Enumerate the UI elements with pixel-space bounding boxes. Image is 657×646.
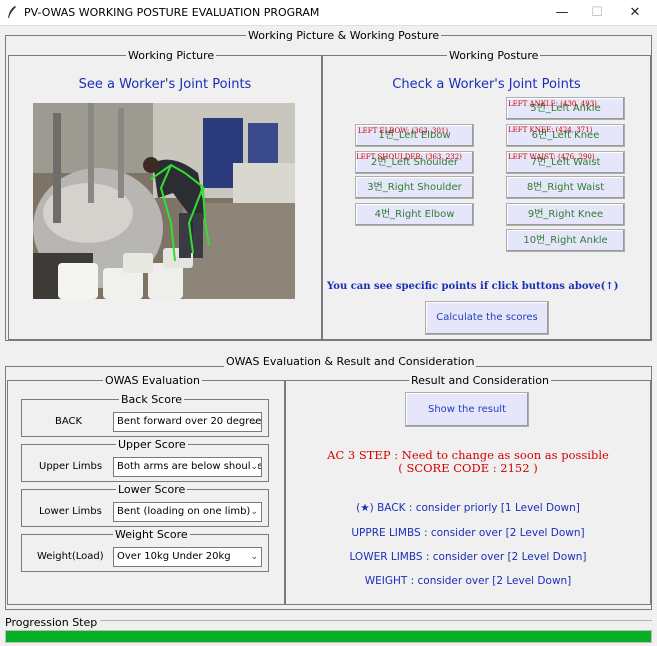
right-ankle-button[interactable]: 10번_Right Ankle [506, 229, 625, 252]
window-title: PV-OWAS WORKING POSTURE EVALUATION PROGR… [24, 6, 320, 19]
right-knee-button[interactable]: 9번_Right Knee [506, 203, 625, 226]
working-picture-title: Working Picture [126, 49, 217, 62]
worker-photo [33, 103, 295, 299]
result-title: Result and Consideration [409, 374, 551, 387]
chevron-down-icon: ⌄ [250, 417, 258, 427]
progress-bar-fill [6, 631, 651, 642]
right-shoulder-button[interactable]: 3번_Right Shoulder [355, 176, 474, 199]
back-score-title: Back Score [119, 393, 185, 406]
score-code-text: ( SCORE CODE : 2152 ) [398, 461, 538, 475]
chevron-down-icon: ⌄ [250, 552, 258, 562]
upper-limbs-select[interactable]: Both arms are below shoulder ⌄ [113, 457, 262, 477]
left-waist-coord: LEFT WAIST: (476, 290) [508, 153, 595, 161]
owas-evaluation-title: OWAS Evaluation [103, 374, 202, 387]
right-elbow-button[interactable]: 4번_Right Elbow [355, 203, 474, 226]
back-select[interactable]: Bent forward over 20 degrees ⌄ [113, 412, 262, 432]
hint-text: You can see specific points if click but… [327, 281, 619, 292]
posture-heading: Check a Worker's Joint Points [392, 77, 581, 92]
top-frame-title: Working Picture & Working Posture [246, 29, 442, 42]
progress-bar [5, 630, 652, 643]
chevron-down-icon: ⌄ [250, 507, 258, 517]
upper-limbs-consideration: UPPRE LIMBS : consider over [2 Level Dow… [351, 527, 585, 539]
title-bar: PV-OWAS WORKING POSTURE EVALUATION PROGR… [0, 0, 657, 26]
ac-step-text: AC 3 STEP : Need to change as soon as po… [327, 448, 609, 462]
back-consideration: (★) BACK : consider priorly [1 Level Dow… [356, 502, 580, 514]
left-shoulder-coord: LEFT SHOULDER: (363, 232) [356, 153, 462, 161]
back-label: BACK [55, 416, 83, 427]
weight-label: Weight(Load) [37, 551, 104, 562]
progress-divider [5, 620, 652, 621]
progress-label: Progression Step [4, 616, 101, 629]
bottom-frame-title: OWAS Evaluation & Result and Considerati… [224, 355, 477, 368]
feather-icon [7, 6, 17, 22]
lower-limbs-consideration: LOWER LIMBS : consider over [2 Level Dow… [349, 551, 587, 563]
close-icon[interactable]: ✕ [618, 2, 652, 24]
weight-consideration: WEIGHT : consider over [2 Level Down] [364, 575, 572, 587]
left-ankle-coord: LEFT ANKLE: (430, 493) [508, 100, 597, 108]
minimize-icon[interactable]: — [545, 2, 579, 24]
show-result-button[interactable]: Show the result [405, 392, 529, 427]
working-posture-title: Working Posture [447, 49, 541, 62]
upper-limbs-label: Upper Limbs [39, 461, 103, 472]
lower-score-title: Lower Score [116, 483, 188, 496]
lower-limbs-label: Lower Limbs [39, 506, 102, 517]
weight-score-title: Weight Score [113, 528, 190, 541]
calculate-scores-button[interactable]: Calculate the scores [425, 301, 549, 335]
right-waist-button[interactable]: 8번_Right Waist [506, 176, 625, 199]
weight-select[interactable]: Over 10kg Under 20kg ⌄ [113, 547, 262, 567]
left-knee-coord: LEFT KNEE: (424, 371) [508, 126, 593, 134]
maximize-icon[interactable]: ☐ [580, 2, 614, 24]
chevron-down-icon: ⌄ [250, 458, 258, 476]
upper-score-title: Upper Score [116, 438, 188, 451]
left-elbow-coord: LEFT ELBOW: (363, 301) [358, 127, 449, 135]
lower-limbs-select[interactable]: Bent (loading on one limb) ⌄ [113, 502, 262, 522]
picture-heading: See a Worker's Joint Points [78, 77, 252, 92]
